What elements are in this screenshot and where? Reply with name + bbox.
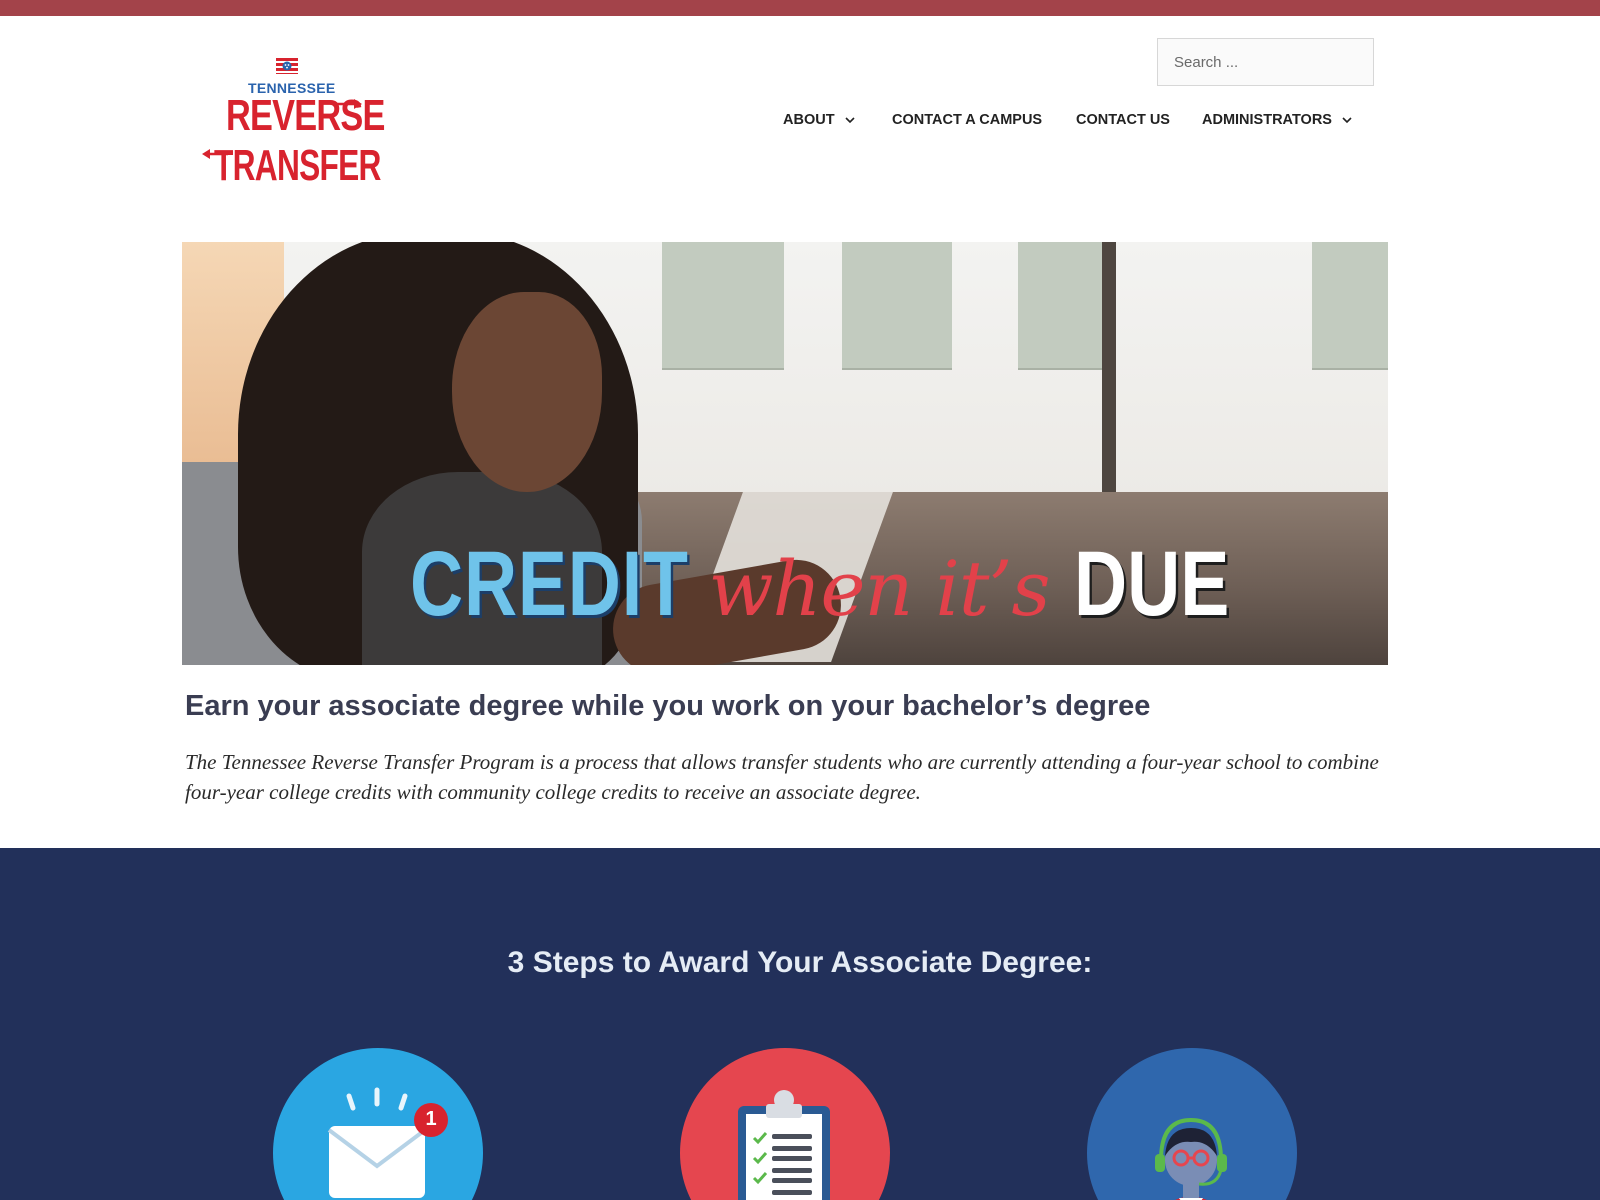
tagline-due: DUE [1073,533,1229,635]
tagline-credit: CREDIT [410,533,689,635]
nav-item-contact-us[interactable]: CONTACT US [1076,112,1170,128]
site-logo[interactable]: TENNESSEE REVERSE TRANSFER [200,56,385,196]
nav-item-label: ADMINISTRATORS [1202,112,1332,128]
window-pane [1312,242,1388,370]
step-2-circle[interactable] [680,1048,890,1200]
nav-item-label: CONTACT A CAMPUS [892,112,1043,128]
clipboard-checklist-icon [738,1090,830,1200]
tennessee-flag-icon [276,58,298,74]
window-frame [1102,242,1116,502]
window-pane [1018,242,1104,370]
tagline-when-its: when it’s [708,544,1050,633]
chevron-down-icon [844,116,855,123]
step-1-circle[interactable]: 1 [273,1048,483,1200]
intro-heading: Earn your associate degree while you wor… [185,690,1151,722]
nav-item-about[interactable]: ABOUT [783,112,855,128]
steps-heading: 3 Steps to Award Your Associate Degree: [507,946,1093,979]
envelope-notification-icon [327,1087,448,1198]
top-accent-bar [0,0,1600,16]
nav-item-label: CONTACT US [1076,112,1170,128]
nav-item-administrators[interactable]: ADMINISTRATORS [1202,112,1352,128]
window-pane [662,242,784,370]
step-3-circle[interactable] [1087,1048,1297,1200]
search-input[interactable] [1157,38,1374,86]
nav-item-label: ABOUT [783,112,835,128]
window-pane [842,242,952,370]
steps-section: 3 Steps to Award Your Associate Degree: … [0,848,1600,1200]
hero-person-face [452,292,602,492]
chevron-down-icon [1342,116,1352,123]
hero-tagline: CREDIT when it’s DUE [410,532,1268,642]
notification-badge: 1 [425,1108,437,1130]
right-arrow-icon [336,99,362,109]
nav-item-contact-a-campus[interactable]: CONTACT A CAMPUS [892,112,1042,128]
hero-banner: CREDIT when it’s DUE [182,242,1388,665]
support-agent-icon [1155,1117,1227,1200]
intro-paragraph: The Tennessee Reverse Transfer Program i… [185,750,1379,804]
logo-word-transfer: TRANSFER [214,141,381,190]
